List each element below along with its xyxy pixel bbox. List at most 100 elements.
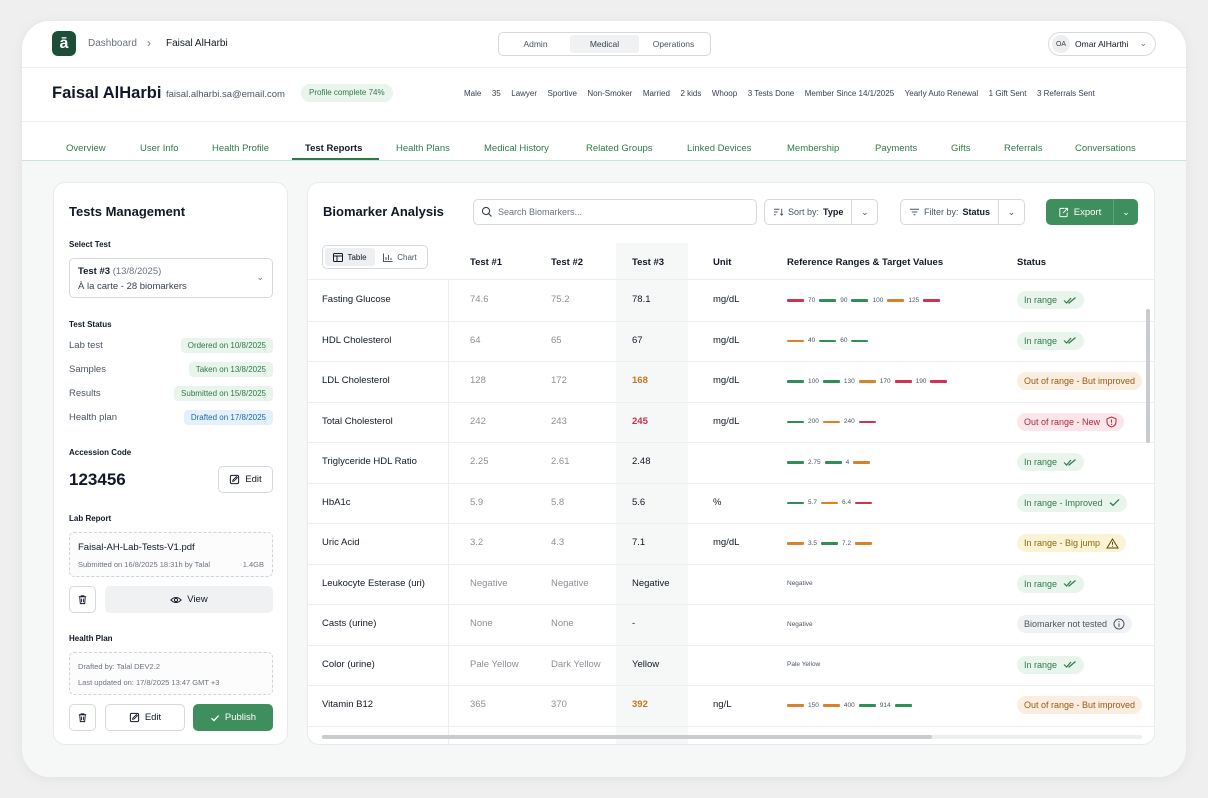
test2-value: 2.61 — [551, 456, 570, 468]
tab-overview[interactable]: Overview — [66, 143, 106, 154]
range-threshold: 170 — [879, 377, 891, 385]
test2-value: 65 — [551, 334, 562, 346]
col-header-test1[interactable]: Test #1 — [470, 257, 502, 268]
delete-report-button[interactable] — [69, 586, 96, 613]
range-threshold: 40 — [808, 337, 816, 345]
profile-attribute: 3 Referrals Sent — [1036, 89, 1095, 98]
breadcrumb-dashboard[interactable]: Dashboard — [88, 38, 137, 49]
tab-conversations[interactable]: Conversations — [1075, 143, 1136, 154]
unit-value: mg/dL — [713, 294, 740, 306]
sort-dropdown[interactable]: Sort by: Type — [765, 200, 851, 224]
col-header-unit[interactable]: Unit — [713, 257, 731, 268]
tab-health-plans[interactable]: Health Plans — [396, 143, 450, 154]
row-divider — [308, 320, 1154, 322]
test3-value: Yellow — [632, 658, 660, 670]
col-header-status[interactable]: Status — [1017, 257, 1046, 268]
biomarker-name: Total Cholesterol — [322, 415, 393, 427]
horizontal-scrollbar[interactable] — [322, 735, 1142, 739]
row-divider — [308, 442, 1154, 443]
biomarker-name: Vitamin B12 — [322, 699, 374, 711]
status-badge: Taken on 13/8/2025 — [188, 362, 273, 377]
test2-value: 243 — [551, 415, 567, 427]
tab-test-reports[interactable]: Test Reports — [305, 143, 362, 154]
range-threshold: 125 — [908, 296, 920, 304]
scrollbar-thumb[interactable] — [322, 735, 932, 739]
filter-control[interactable]: Filter by: Status ⌄ — [900, 199, 1026, 225]
profile-attribute: Male — [464, 89, 482, 98]
view-toggle: Table Chart — [322, 245, 428, 269]
unit-value: ng/L — [713, 699, 732, 711]
view-chart-button[interactable]: Chart — [375, 248, 425, 266]
search-input[interactable]: Search Biomarkers... — [498, 207, 582, 217]
tab-gifts[interactable]: Gifts — [951, 143, 971, 154]
accession-code-label: Accession Code — [69, 448, 132, 457]
status-row-health-plan: Health plan Drafted on 17/8/2025 — [69, 410, 273, 426]
segment-admin[interactable]: Admin — [501, 35, 570, 53]
app-logo[interactable]: ā — [52, 31, 76, 56]
range-segment — [887, 299, 905, 302]
biomarker-name: Fasting Glucose — [322, 294, 391, 306]
chevron-down-icon[interactable]: ⌄ — [998, 200, 1024, 224]
range-threshold: 130 — [843, 377, 855, 385]
test3-value: 2.48 — [632, 456, 651, 468]
reference-range: 3.5 7.2 — [787, 538, 873, 548]
filter-label: Filter by: — [924, 207, 959, 217]
breadcrumb-current: Faisal AlHarbi — [166, 38, 228, 49]
status-row-lab-test: Lab test Ordered on 10/8/2025 — [69, 338, 273, 354]
tab-related-groups[interactable]: Related Groups — [586, 143, 653, 154]
chevron-down-icon[interactable]: ⌄ — [851, 200, 877, 224]
status-badge: In range - Improved — [1017, 493, 1127, 512]
chevron-down-icon: ⌄ — [256, 272, 264, 282]
range-segment — [858, 704, 876, 707]
double-check-icon — [1063, 337, 1076, 345]
row-divider — [308, 725, 1154, 727]
row-divider — [308, 604, 1154, 605]
col-header-reference[interactable]: Reference Ranges & Target Values — [787, 257, 943, 268]
tab-health-profile[interactable]: Health Profile — [212, 143, 269, 154]
edit-accession-button[interactable]: Edit — [218, 466, 273, 493]
double-check-icon — [1063, 458, 1076, 466]
tab-user-info[interactable]: User Info — [140, 143, 179, 154]
sort-control[interactable]: Sort by: Type ⌄ — [764, 199, 879, 225]
reference-range: 5.7 6.4 — [787, 498, 873, 508]
reference-range: Negative — [787, 619, 813, 629]
segment-medical[interactable]: Medical — [570, 35, 639, 53]
range-threshold: 70 — [808, 296, 816, 304]
status-label: Lab test — [69, 340, 103, 351]
status-badge: Ordered on 10/8/2025 — [180, 338, 273, 353]
range-segment — [787, 542, 804, 545]
tab-referrals[interactable]: Referrals — [1004, 143, 1043, 154]
status-text: Out of range - But improved — [1024, 376, 1136, 387]
tab-payments[interactable]: Payments — [875, 143, 917, 154]
vertical-scrollbar[interactable] — [1146, 309, 1150, 443]
export-label: Export — [1073, 206, 1102, 218]
publish-button[interactable]: Publish — [193, 704, 273, 731]
col-header-test3[interactable]: Test #3 — [632, 257, 664, 268]
tab-medical-history[interactable]: Medical History — [484, 143, 549, 154]
profile-attribute: Lawyer — [511, 89, 538, 98]
range-segment — [855, 542, 873, 545]
col-header-test2[interactable]: Test #2 — [551, 257, 583, 268]
unit-value: mg/dL — [713, 415, 740, 427]
search-biomarkers[interactable]: Search Biomarkers... — [473, 199, 757, 225]
edit-icon — [230, 474, 240, 485]
edit-plan-button[interactable]: Edit — [105, 704, 185, 731]
status-badge: Out of range - But improved — [1017, 696, 1143, 715]
status-badge: Submitted on 15/8/2025 — [174, 386, 273, 401]
user-menu[interactable]: OA Omar AlHarthi ⌄ — [1048, 32, 1156, 56]
tab-membership[interactable]: Membership — [787, 143, 839, 154]
filter-dropdown[interactable]: Filter by: Status — [901, 200, 998, 224]
lab-report-file[interactable]: Faisal-AH-Lab-Tests-V1.pdf Submitted on … — [69, 532, 273, 577]
test-select[interactable]: Test #3 (13/8/2025) À la carte - 28 biom… — [69, 258, 273, 298]
view-table-button[interactable]: Table — [325, 248, 375, 266]
tests-management-title: Tests Management — [69, 204, 186, 219]
test1-value: 5.9 — [470, 496, 484, 508]
unit-value: % — [713, 496, 722, 508]
segment-operations[interactable]: Operations — [639, 35, 708, 53]
tab-linked-devices[interactable]: Linked Devices — [687, 143, 751, 154]
view-report-button[interactable]: View — [105, 586, 273, 613]
chevron-down-icon[interactable]: ⌄ — [1113, 199, 1138, 225]
delete-plan-button[interactable] — [69, 704, 96, 731]
export-button[interactable]: Export — [1046, 199, 1113, 225]
status-text: In range - Improved — [1024, 497, 1103, 508]
